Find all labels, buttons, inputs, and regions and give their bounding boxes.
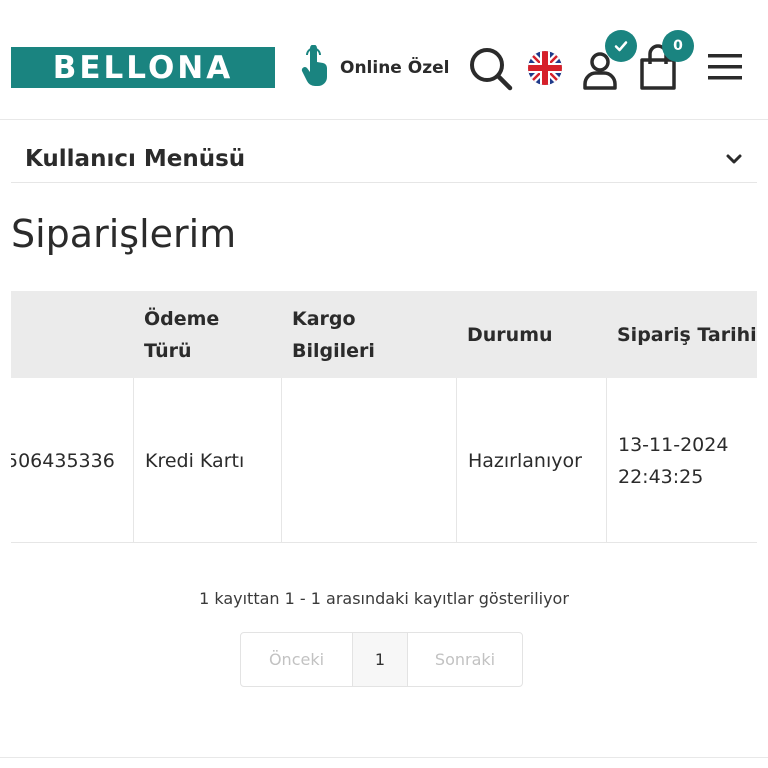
- column-header-date[interactable]: Sipariş Tarihi: [606, 291, 757, 378]
- online-special-label: Online Özel: [340, 58, 450, 78]
- page-title: Siparişlerim: [11, 212, 237, 256]
- check-icon: [614, 41, 628, 52]
- column-header-order-no[interactable]: [11, 291, 133, 378]
- search-icon: [470, 48, 513, 91]
- pagination: Önceki 1 Sonraki: [240, 632, 523, 687]
- cell-shipping: [281, 378, 456, 543]
- previous-page-button[interactable]: Önceki: [241, 633, 353, 686]
- hand-pointer-icon: [300, 44, 330, 91]
- next-page-button[interactable]: Sonraki: [408, 633, 522, 686]
- search-button[interactable]: [466, 44, 514, 92]
- page-number-button[interactable]: 1: [353, 633, 408, 686]
- uk-flag-icon: [528, 51, 562, 85]
- logged-in-badge: [605, 30, 637, 62]
- cell-order-no[interactable]: 506435336: [11, 378, 133, 543]
- table-row[interactable]: 506435336 Kredi Kartı Hazırlanıyor 13-11…: [11, 378, 757, 543]
- table-header: Ödeme Türü Kargo Bilgileri Durumu Sipari…: [11, 291, 757, 378]
- user-menu-toggle[interactable]: Kullanıcı Menüsü: [11, 135, 757, 183]
- user-menu-label: Kullanıcı Menüsü: [25, 145, 246, 172]
- orders-table: Ödeme Türü Kargo Bilgileri Durumu Sipari…: [11, 291, 757, 543]
- footer-divider: [0, 757, 768, 758]
- column-header-payment[interactable]: Ödeme Türü: [133, 291, 281, 378]
- cell-payment: Kredi Kartı: [133, 378, 281, 543]
- records-info: 1 kayıttan 1 - 1 arasındaki kayıtlar gös…: [199, 589, 569, 608]
- cell-date: 13-11-2024 22:43:25: [606, 378, 757, 543]
- cell-date-time: 22:43:25: [618, 465, 704, 488]
- cart-count-badge: 0: [662, 30, 694, 62]
- bellona-logo[interactable]: BELLONA: [11, 47, 275, 88]
- online-special-link[interactable]: Online Özel: [300, 44, 450, 91]
- hamburger-menu-icon: [708, 54, 742, 80]
- column-header-shipping[interactable]: Kargo Bilgileri: [281, 291, 456, 378]
- site-header: BELLONA Online Özel 0: [0, 0, 768, 120]
- cell-date-day: 13-11-2024: [618, 433, 729, 456]
- column-header-status[interactable]: Durumu: [456, 291, 606, 378]
- language-switcher[interactable]: [528, 51, 562, 85]
- cell-status: Hazırlanıyor: [456, 378, 606, 543]
- main-menu-button[interactable]: [706, 50, 744, 84]
- chevron-down-icon: [726, 154, 742, 163]
